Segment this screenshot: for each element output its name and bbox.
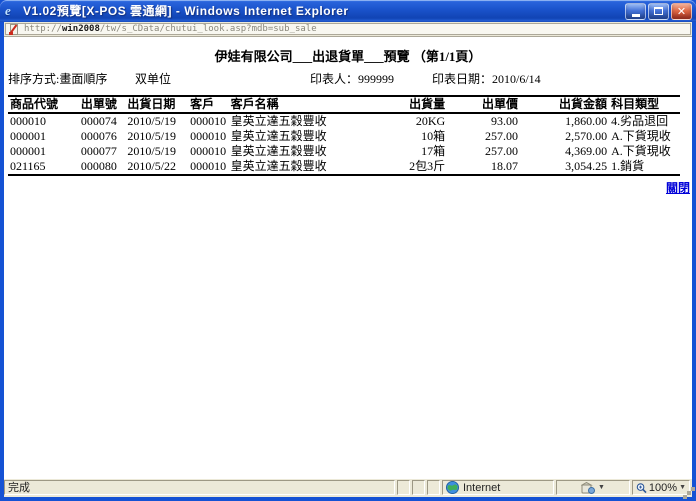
print-date-label: 印表日期： bbox=[432, 72, 492, 86]
close-link-row: 關閉 bbox=[4, 179, 692, 197]
browser-window: e V1.02預覽[X-POS 雲通網] - Windows Internet … bbox=[0, 0, 696, 501]
minimize-icon bbox=[632, 14, 640, 17]
status-text: 完成 bbox=[8, 481, 30, 495]
cell-customer-name: 皇英立達五穀豐收 bbox=[229, 113, 381, 129]
cell-amount: 1,860.00 bbox=[520, 113, 609, 129]
cell-ship-date: 2010/5/19 bbox=[125, 144, 188, 159]
minimize-button[interactable] bbox=[625, 3, 646, 20]
cell-product-code: 021165 bbox=[8, 159, 79, 175]
col-header-quantity: 出貨量 bbox=[380, 96, 447, 113]
report-table: 商品代號 出單號 出貨日期 客戶 客戶名稱 出貨量 出單價 出貨金額 科目類型 … bbox=[8, 95, 680, 176]
url-field[interactable]: http://win2008/tw/s_CData/chutui_look.as… bbox=[5, 23, 691, 35]
table-row: 000001 000076 2010/5/19 000010 皇英立達五穀豐收 … bbox=[8, 129, 680, 144]
col-header-unit-price: 出單價 bbox=[447, 96, 520, 113]
zone-label: Internet bbox=[463, 481, 500, 495]
dual-unit-label: 双单位 bbox=[135, 72, 171, 86]
print-date-value: 2010/6/14 bbox=[492, 72, 541, 86]
url-text: http://win2008/tw/s_CData/chutui_look.as… bbox=[24, 24, 317, 35]
cell-ship-date: 2010/5/19 bbox=[125, 129, 188, 144]
ie-logo-icon: e bbox=[5, 4, 19, 18]
print-date-info: 印表日期：2010/6/14 bbox=[432, 72, 541, 86]
status-spacer-panel bbox=[397, 480, 410, 495]
col-header-customer-name: 客戶名稱 bbox=[229, 96, 381, 113]
col-header-order-no: 出單號 bbox=[79, 96, 126, 113]
page-icon bbox=[9, 24, 20, 35]
title-bar[interactable]: e V1.02預覽[X-POS 雲通網] - Windows Internet … bbox=[0, 0, 696, 22]
cell-quantity: 20KG bbox=[380, 113, 447, 129]
col-header-product-code: 商品代號 bbox=[8, 96, 79, 113]
globe-icon bbox=[446, 481, 459, 494]
cell-account-type: 1.銷貨 bbox=[609, 159, 680, 175]
cell-customer: 000010 bbox=[188, 159, 228, 175]
cell-account-type: A.下貨現收 bbox=[609, 129, 680, 144]
col-header-ship-date: 出貨日期 bbox=[125, 96, 188, 113]
window-title: V1.02預覽[X-POS 雲通網] - Windows Internet Ex… bbox=[23, 0, 625, 22]
cell-unit-price: 18.07 bbox=[447, 159, 520, 175]
cell-account-type: A.下貨現收 bbox=[609, 144, 680, 159]
security-status-panel[interactable]: ▼ bbox=[556, 480, 630, 495]
close-report-link[interactable]: 關閉 bbox=[666, 181, 690, 195]
cell-quantity: 10箱 bbox=[380, 129, 447, 144]
url-host: win2008 bbox=[62, 24, 100, 34]
close-icon: ✕ bbox=[677, 6, 686, 17]
cell-customer-name: 皇英立達五穀豐收 bbox=[229, 144, 381, 159]
security-status-icon bbox=[581, 482, 595, 494]
printer-value: 999999 bbox=[358, 72, 394, 86]
window-controls: ✕ bbox=[625, 3, 692, 20]
maximize-icon bbox=[654, 7, 663, 15]
cell-unit-price: 257.00 bbox=[447, 129, 520, 144]
zoom-magnifier-icon bbox=[636, 482, 647, 494]
cell-quantity: 2包3斤 bbox=[380, 159, 447, 175]
document-area: 伊娃有限公司___出退貨單___預覽 （第1/1頁） 排序方式:畫面順序 双单位… bbox=[4, 37, 692, 478]
security-dropdown-arrow-icon: ▼ bbox=[598, 484, 605, 491]
cell-quantity: 17箱 bbox=[380, 144, 447, 159]
zoom-control-panel[interactable]: 100% ▼ bbox=[632, 480, 690, 495]
cell-ship-date: 2010/5/19 bbox=[125, 113, 188, 129]
cell-order-no: 000074 bbox=[79, 113, 126, 129]
cell-product-code: 000001 bbox=[8, 144, 79, 159]
report-title: 伊娃有限公司___出退貨單___預覽 （第1/1頁） bbox=[4, 49, 692, 64]
cell-ship-date: 2010/5/22 bbox=[125, 159, 188, 175]
cell-customer-name: 皇英立達五穀豐收 bbox=[229, 159, 381, 175]
url-scheme: http:// bbox=[24, 24, 62, 34]
status-spacer-panel bbox=[427, 480, 440, 495]
sort-mode-label: 排序方式:畫面順序 bbox=[8, 72, 107, 86]
cell-customer: 000010 bbox=[188, 144, 228, 159]
status-text-panel: 完成 bbox=[4, 480, 395, 495]
printer-label: 印表人： bbox=[310, 72, 358, 86]
close-button[interactable]: ✕ bbox=[671, 3, 692, 20]
cell-product-code: 000001 bbox=[8, 129, 79, 144]
cell-amount: 2,570.00 bbox=[520, 129, 609, 144]
address-bar: http://win2008/tw/s_CData/chutui_look.as… bbox=[4, 22, 692, 37]
table-row: 000010 000074 2010/5/19 000010 皇英立達五穀豐收 … bbox=[8, 113, 680, 129]
cell-order-no: 000077 bbox=[79, 144, 126, 159]
cell-order-no: 000076 bbox=[79, 129, 126, 144]
cell-product-code: 000010 bbox=[8, 113, 79, 129]
cell-amount: 4,369.00 bbox=[520, 144, 609, 159]
maximize-button[interactable] bbox=[648, 3, 669, 20]
zoom-level: 100% bbox=[649, 481, 677, 495]
col-header-customer: 客戶 bbox=[188, 96, 228, 113]
table-row: 000001 000077 2010/5/19 000010 皇英立達五穀豐收 … bbox=[8, 144, 680, 159]
col-header-amount: 出貨金額 bbox=[520, 96, 609, 113]
report-meta: 排序方式:畫面順序 双单位 印表人：999999 印表日期：2010/6/14 bbox=[4, 72, 692, 86]
cell-customer-name: 皇英立達五穀豐收 bbox=[229, 129, 381, 144]
col-header-account-type: 科目類型 bbox=[609, 96, 680, 113]
table-row: 021165 000080 2010/5/22 000010 皇英立達五穀豐收 … bbox=[8, 159, 680, 175]
url-path: /tw/s_CData/chutui_look.asp?mdb=sub_sale bbox=[100, 24, 317, 34]
zoom-dropdown-arrow-icon: ▼ bbox=[679, 484, 686, 491]
header-row: 商品代號 出單號 出貨日期 客戶 客戶名稱 出貨量 出單價 出貨金額 科目類型 bbox=[8, 96, 680, 113]
cell-customer: 000010 bbox=[188, 129, 228, 144]
status-spacer-panel bbox=[412, 480, 425, 495]
resize-grip[interactable] bbox=[687, 491, 691, 495]
cell-order-no: 000080 bbox=[79, 159, 126, 175]
status-bar: 完成 Internet ▼ bbox=[4, 478, 692, 497]
cell-customer: 000010 bbox=[188, 113, 228, 129]
cell-account-type: 4.劣品退回 bbox=[609, 113, 680, 129]
cell-unit-price: 93.00 bbox=[447, 113, 520, 129]
internet-zone-panel[interactable]: Internet bbox=[442, 480, 554, 495]
cell-amount: 3,054.25 bbox=[520, 159, 609, 175]
cell-unit-price: 257.00 bbox=[447, 144, 520, 159]
printer-info: 印表人：999999 bbox=[310, 72, 394, 86]
